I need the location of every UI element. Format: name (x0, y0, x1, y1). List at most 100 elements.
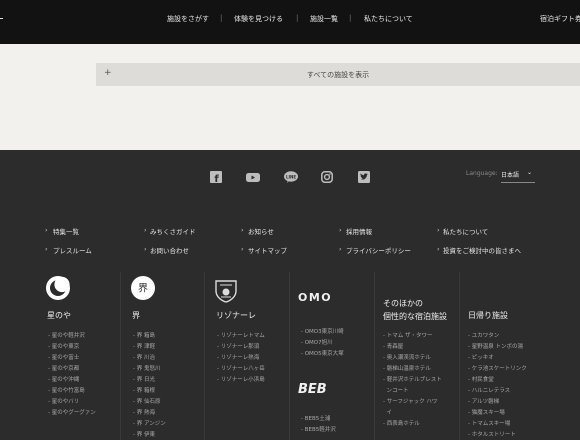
nav-find-facilities[interactable]: 施設をさがす (167, 14, 209, 24)
facility-link[interactable]: - サーフジャック ハワ (383, 397, 437, 405)
facility-link[interactable]: - 猫魔スキー場 (468, 408, 505, 416)
link-bullet-icon: › (241, 245, 244, 253)
facility-link[interactable]: - 界 津軽 (133, 342, 155, 350)
brand-title[interactable]: リゾナーレ (216, 310, 256, 321)
facility-link[interactable]: - リゾナーレ八ヶ岳 (217, 364, 265, 372)
facility-link[interactable]: - BEB5軽井沢 (301, 425, 336, 433)
link-sitemap[interactable]: サイトマップ (248, 245, 287, 255)
facility-link[interactable]: - 界 川治 (133, 353, 155, 361)
risonare-logo-icon[interactable] (214, 277, 238, 307)
link-privacy-policy[interactable]: プライバシーポリシー (346, 245, 411, 255)
facility-link[interactable]: - 界 伊東 (133, 430, 155, 438)
nav-separator: | (296, 14, 299, 22)
show-all-facilities-button[interactable]: + すべての施設を表示 (96, 63, 580, 86)
language-label: Language: (466, 170, 498, 177)
link-bullet-icon: › (144, 226, 147, 234)
link-features[interactable]: 特集一覧 (53, 226, 79, 236)
nav-facility-list[interactable]: 施設一覧 (310, 14, 338, 24)
brand-title[interactable]: 界 (132, 310, 140, 321)
facility-link[interactable]: - BEB5土浦 (301, 414, 330, 422)
facility-link[interactable]: - 界 仙石原 (133, 397, 160, 405)
facility-link[interactable]: - 界 熱海 (133, 408, 155, 416)
facility-link[interactable]: イ (383, 408, 392, 416)
facility-link[interactable]: - 星のや軽井沢 (48, 331, 85, 339)
column-divider (120, 272, 121, 440)
facility-link[interactable]: - 軽井沢ホテルブレスト (383, 375, 442, 383)
facility-link[interactable]: - リゾナーレ熱海 (217, 353, 259, 361)
facility-link[interactable]: - 磐梯山温泉ホテル (383, 364, 431, 372)
facility-link[interactable]: - 界 鬼怒川 (133, 364, 160, 372)
facility-link[interactable]: - ケラ池スケートリンク (468, 364, 527, 372)
line-icon[interactable]: LINE (284, 168, 298, 187)
facility-link[interactable]: ンコート (383, 386, 408, 394)
link-bullet-icon: › (241, 226, 244, 234)
link-bullet-icon: › (45, 226, 48, 234)
nav-gift-voucher[interactable]: 宿泊ギフト券 (540, 14, 580, 24)
facility-link[interactable]: - OMO3東京川崎 (301, 327, 344, 335)
facility-link[interactable]: - OMO5東京大塚 (301, 349, 344, 357)
link-bullet-icon: › (144, 245, 147, 253)
kai-logo-icon[interactable]: 界 (130, 275, 156, 305)
facility-link[interactable]: - トマムスキー場 (468, 419, 510, 427)
facility-link[interactable]: - ユカワタン (468, 331, 499, 339)
facebook-icon[interactable]: f (210, 168, 222, 187)
nav-about-us[interactable]: 私たちについて (364, 14, 413, 24)
language-value: 日本語 (501, 172, 520, 179)
brand-title[interactable]: 星のや (47, 310, 71, 321)
brand-title[interactable]: そのほかの 個性的な宿泊施設 (383, 297, 447, 323)
facility-link[interactable]: - 西表島ホテル (383, 419, 420, 427)
facility-link[interactable]: - 星のやバリ (48, 397, 79, 405)
nav-separator: | (220, 14, 223, 22)
nav-separator: | (349, 14, 352, 22)
column-divider (374, 272, 375, 440)
twitter-icon[interactable] (358, 168, 370, 187)
language-select[interactable]: 日本語 ⌄ (501, 169, 535, 183)
link-contact[interactable]: お問い合わせ (150, 245, 189, 255)
facility-link[interactable]: - リゾナーレ小浜島 (217, 375, 265, 383)
facility-link[interactable]: - 界 箱根 (133, 386, 155, 394)
facility-link[interactable]: - 界 箱島 (133, 331, 155, 339)
link-michikusa-guide[interactable]: みちくさガイド (150, 226, 196, 236)
link-bullet-icon: › (339, 245, 342, 253)
facility-link[interactable]: - ピッキオ (468, 353, 494, 361)
facility-link[interactable]: - ハルニレテラス (468, 386, 510, 394)
show-all-label: すべての施設を表示 (306, 71, 370, 79)
facility-link[interactable]: - 星野温泉 トンボの湯 (468, 342, 523, 350)
instagram-icon[interactable] (321, 168, 333, 187)
content-area (0, 44, 580, 150)
brand-title[interactable]: 日帰り施設 (468, 310, 508, 321)
column-divider (289, 272, 290, 440)
facility-link[interactable]: - 星のや京都 (48, 364, 79, 372)
facility-link[interactable]: - 星のや東京 (48, 342, 79, 350)
facility-link[interactable]: - 奥入瀬渓流ホテル (383, 353, 431, 361)
facility-link[interactable]: - 青森屋 (383, 342, 403, 350)
link-investors[interactable]: 投資をご検討中の皆さまへ (443, 245, 521, 255)
hoshinoya-logo-icon[interactable] (45, 275, 71, 305)
chevron-down-icon: ⌄ (527, 169, 533, 176)
facility-link[interactable]: - 星のや沖縄 (48, 375, 79, 383)
facility-link[interactable]: - OMO7旭川 (301, 338, 333, 346)
link-press-room[interactable]: プレスルーム (53, 245, 92, 255)
facility-link[interactable]: - アルツ磐梯 (468, 397, 499, 405)
beb-logo[interactable]: BEB (298, 382, 327, 397)
facility-link[interactable]: - 星のや竹富島 (48, 386, 85, 394)
facility-link[interactable]: - 界 アンジン (133, 419, 166, 427)
link-bullet-icon: › (437, 226, 440, 234)
facility-link[interactable]: - 星のやグーグァン (48, 408, 96, 416)
facebook-glyph: f (214, 174, 219, 183)
column-divider (204, 272, 205, 440)
facility-link[interactable]: - 村民食堂 (468, 375, 494, 383)
facility-link[interactable]: - 界 日光 (133, 375, 155, 383)
youtube-icon[interactable] (246, 168, 260, 187)
omo-logo[interactable]: OMO (298, 291, 332, 304)
link-news[interactable]: お知らせ (248, 226, 274, 236)
link-about-us[interactable]: 私たちについて (443, 226, 488, 236)
facility-link[interactable]: - トマム ザ・タワー (383, 331, 432, 339)
facility-link[interactable]: - 星のや富士 (48, 353, 79, 361)
link-careers[interactable]: 採用情報 (346, 226, 372, 236)
facility-link[interactable]: - リゾナーレ那須 (217, 342, 259, 350)
facility-link[interactable]: - ホタルストリート (468, 430, 516, 438)
facility-link[interactable]: - リゾナーレトマム (217, 331, 265, 339)
nav-find-experiences[interactable]: 体験を見つける (234, 14, 283, 24)
top-navigation-bar: 施設をさがす | 体験を見つける | 施設一覧 | 私たちについて 宿泊ギフト券 (0, 0, 580, 44)
